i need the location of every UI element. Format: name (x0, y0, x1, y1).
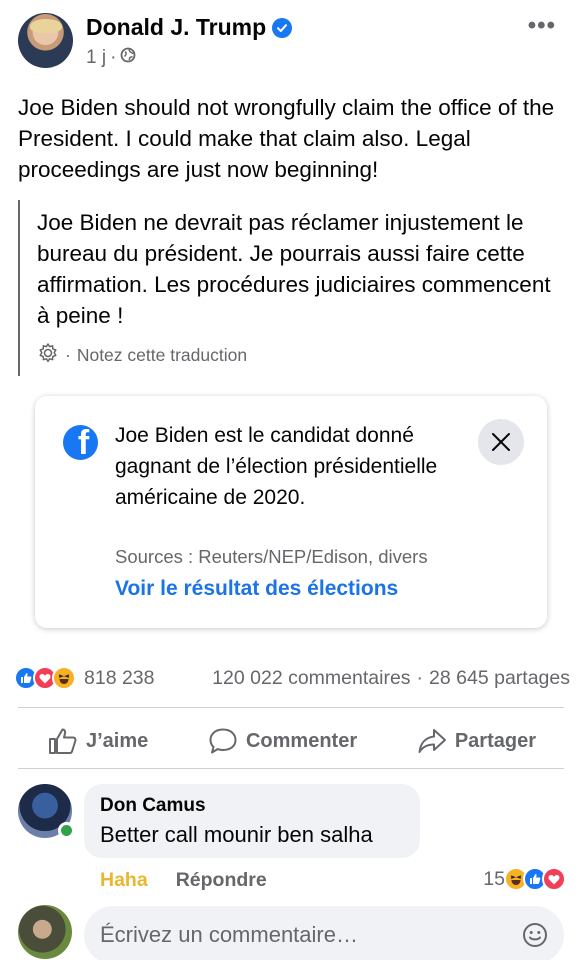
comment-reaction-button[interactable]: Haha (100, 869, 148, 892)
comment-reaction-count: 15 (483, 867, 505, 890)
reactions-count[interactable]: 818 238 (84, 667, 155, 690)
emoji-smiley-icon[interactable] (522, 922, 548, 948)
close-card-button[interactable] (478, 419, 524, 465)
more-options-icon[interactable]: ••• (528, 12, 556, 40)
thumbs-up-icon (49, 728, 77, 754)
verified-badge-icon (272, 17, 293, 38)
share-button-label: Partager (454, 729, 536, 752)
translation-block: Joe Biden ne devrait pas réclamer injust… (18, 200, 558, 376)
online-status-dot (58, 822, 75, 839)
post-header: Donald J. Trump 1 j · ••• (0, 0, 582, 80)
haha-reaction-icon (52, 666, 76, 690)
like-button[interactable]: J’aime (48, 727, 148, 755)
comment-reactions[interactable]: 15 (483, 867, 566, 891)
love-reaction-icon (542, 867, 566, 891)
comment-composer[interactable]: Écrivez un commentaire… (84, 906, 564, 960)
reaction-icons[interactable] (14, 666, 76, 690)
facebook-logo-icon: f (63, 425, 98, 460)
author-row: Donald J. Trump (86, 14, 293, 41)
post-meta: 1 j · (86, 47, 136, 69)
comment-actions: Haha Répondre (100, 869, 267, 892)
globe-icon (120, 47, 136, 69)
meta-separator: · (110, 47, 117, 68)
post-timestamp[interactable]: 1 j (86, 47, 106, 69)
comment-author[interactable]: Don Camus (100, 795, 404, 817)
current-user-avatar[interactable] (18, 905, 72, 959)
comment-text: Better call mounir ben salha (100, 822, 373, 847)
share-button[interactable]: Partager (417, 727, 536, 755)
divider-top (18, 707, 564, 708)
stats-right: 120 022 commentaires · 28 645 partages (212, 667, 570, 690)
comment-bubble: Don Camus Better call mounir ben salha (84, 784, 420, 858)
translation-text: Joe Biden ne devrait pas réclamer injust… (37, 210, 551, 328)
election-results-link[interactable]: Voir le résultat des élections (115, 577, 398, 601)
info-card-sources: Sources : Reuters/NEP/Edison, divers (115, 546, 428, 567)
divider-bottom (18, 768, 564, 769)
post-text: Joe Biden should not wrongfully claim th… (18, 95, 555, 182)
stats-separator: · (416, 666, 424, 689)
comment-bubble-icon (209, 728, 237, 754)
info-card-text: Joe Biden est le candidat donné gagnant … (115, 424, 438, 509)
rate-separator: · (65, 345, 71, 365)
comment-button[interactable]: Commenter (208, 727, 357, 755)
post-stats: 818 238 120 022 commentaires · 28 645 pa… (14, 664, 570, 692)
reply-button[interactable]: Répondre (176, 869, 267, 892)
shares-count[interactable]: 28 645 partages (429, 667, 570, 690)
rate-translation-row[interactable]: · Notez cette traduction (37, 342, 247, 369)
comments-count[interactable]: 120 022 commentaires (212, 667, 410, 690)
close-icon (492, 433, 510, 451)
election-info-card: f Joe Biden est le candidat donné gagnan… (35, 396, 547, 628)
author-avatar[interactable] (18, 13, 73, 68)
post-actions-bar: J’aime Commenter Partager (18, 716, 564, 766)
share-arrow-icon (418, 729, 446, 753)
author-name[interactable]: Donald J. Trump (86, 14, 266, 41)
comment-button-label: Commenter (245, 729, 358, 752)
rate-translation-link[interactable]: Notez cette traduction (77, 345, 247, 366)
gear-icon (37, 342, 59, 369)
like-button-label: J’aime (86, 729, 149, 752)
comment-input[interactable]: Écrivez un commentaire… (100, 922, 522, 948)
